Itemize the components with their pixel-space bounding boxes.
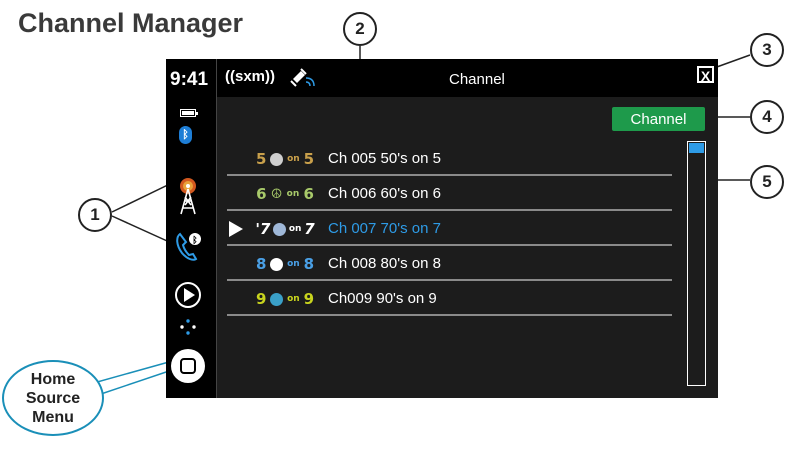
scrollbar-thumb[interactable] xyxy=(689,143,704,153)
channel-logo-80s: 8 on 8 xyxy=(255,255,315,273)
close-button[interactable]: X xyxy=(697,66,714,84)
screen-title: Channel xyxy=(449,71,505,88)
channel-logo-70s: '7 on 7 xyxy=(255,220,315,238)
scrollbar[interactable] xyxy=(687,141,706,386)
callout-4: 4 xyxy=(750,100,784,134)
page-title: Channel Manager xyxy=(18,8,244,38)
channel-label: Ch009 90's on 9 xyxy=(328,290,437,307)
bluetooth-phone-icon[interactable]: ᛒ xyxy=(174,231,202,263)
radio-tower-icon[interactable] xyxy=(176,177,200,215)
channel-logo-50s: 5 on 5 xyxy=(255,150,315,168)
sidebar: 9:41 ᛒ ᛒ xyxy=(166,59,216,398)
home-callout-line-3: Menu xyxy=(32,408,74,426)
clock: 9:41 xyxy=(170,69,209,90)
bluetooth-icon: ᛒ xyxy=(179,126,192,144)
channel-label: Ch 005 50's on 5 xyxy=(328,150,441,167)
callout-2: 2 xyxy=(343,12,377,46)
callout-1: 1 xyxy=(78,198,112,232)
home-callout-line-1: Home xyxy=(30,370,76,388)
channel-label: Ch 008 80's on 8 xyxy=(328,255,441,272)
head-unit-screen: 9:41 ᛒ ᛒ ((sxm)) Channel X Channel 5 on … xyxy=(166,59,718,398)
svg-text:ᛒ: ᛒ xyxy=(192,235,197,246)
channel-row-009[interactable]: 9 on 9 Ch009 90's on 9 xyxy=(227,281,672,316)
siriusxm-logo: ((sxm)) xyxy=(225,68,276,85)
channel-row-007[interactable]: '7 on 7 Ch 007 70's on 7 xyxy=(227,211,672,246)
home-callout-line-2: Source xyxy=(25,389,81,407)
channel-row-006[interactable]: 6 ☮ on 6 Ch 006 60's on 6 xyxy=(227,176,672,211)
channel-list-panel: Channel 5 on 5 Ch 005 50's on 5 6 ☮ on 6 Ch 0… xyxy=(217,97,718,398)
home-square-icon[interactable] xyxy=(170,348,206,384)
satellite-icon xyxy=(290,68,315,87)
channel-logo-90s: 9 on 9 xyxy=(255,290,315,308)
channel-row-008[interactable]: 8 on 8 Ch 008 80's on 8 xyxy=(227,246,672,281)
channel-button[interactable]: Channel xyxy=(612,107,705,131)
callout-5: 5 xyxy=(750,165,784,199)
channel-label: Ch 007 70's on 7 xyxy=(328,220,441,237)
dots-icon[interactable] xyxy=(179,318,197,336)
channel-logo-60s: 6 ☮ on 6 xyxy=(256,185,314,203)
top-bar: ((sxm)) Channel X xyxy=(217,59,718,97)
channel-label: Ch 006 60's on 6 xyxy=(328,185,441,202)
battery-icon xyxy=(180,109,198,117)
play-circle-icon[interactable] xyxy=(174,281,202,309)
channel-row-005[interactable]: 5 on 5 Ch 005 50's on 5 xyxy=(227,141,672,176)
callout-3: 3 xyxy=(750,33,784,67)
row-separator xyxy=(227,314,672,316)
now-playing-icon xyxy=(229,221,243,237)
home-source-menu-callout: Home Source Menu xyxy=(2,360,104,436)
